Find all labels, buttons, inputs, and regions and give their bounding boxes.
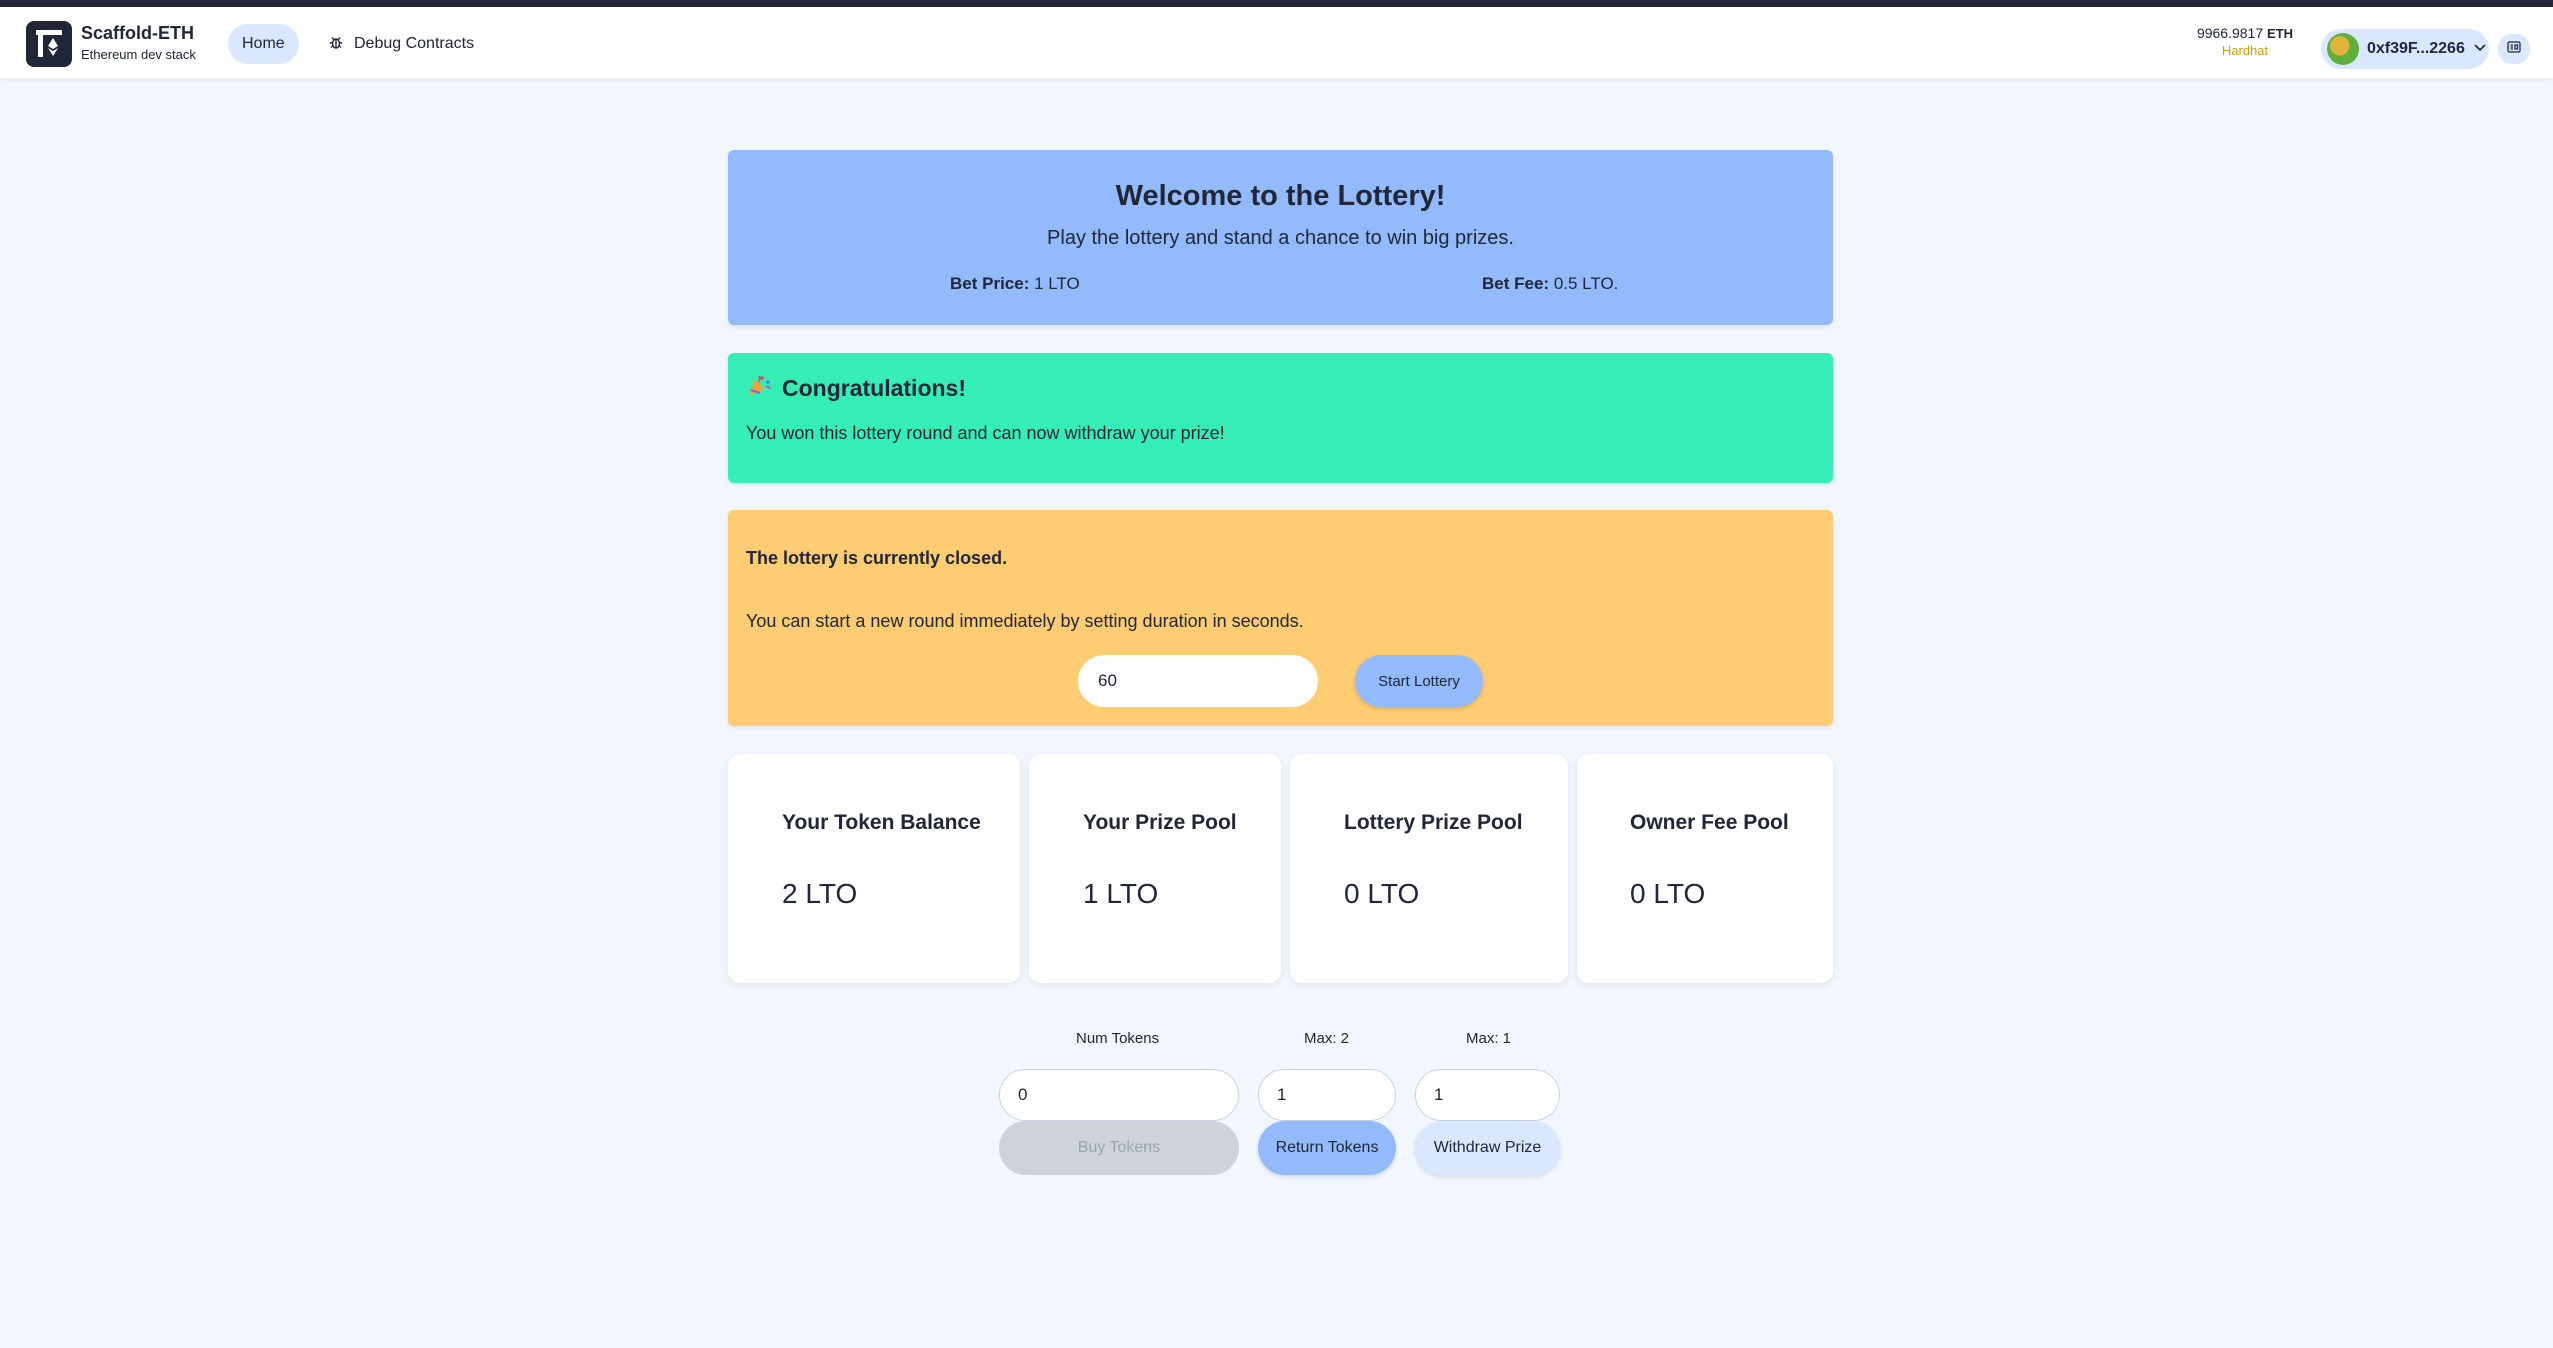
congrats-title: Congratulations! [782,374,966,401]
lottery-closed-card: The lottery is currently closed. You can… [728,510,1833,726]
stat-card-prize-pool: Your Prize Pool 1 LTO [1029,754,1281,983]
nav-debug-label: Debug Contracts [354,35,475,52]
chevron-down-icon [2473,40,2487,59]
stat-value: 1 LTO [1083,878,1159,909]
scaffold-logo-icon[interactable] [26,21,72,67]
start-lottery-button[interactable]: Start Lottery [1355,655,1483,707]
eth-balance: 9966.9817 ETH Hardhat [2190,25,2300,58]
bug-icon [328,34,344,55]
buy-tokens-button[interactable]: Buy Tokens [999,1121,1239,1175]
welcome-subtitle: Play the lottery and stand a chance to w… [1047,227,1514,249]
nav-debug-contracts[interactable]: Debug Contracts [318,24,484,64]
stat-label: Your Token Balance [782,811,981,834]
stat-label: Lottery Prize Pool [1344,811,1523,834]
stat-card-lottery-prize-pool: Lottery Prize Pool 0 LTO [1290,754,1568,983]
welcome-card: Welcome to the Lottery! Play the lottery… [728,150,1833,325]
withdraw-prize-input[interactable] [1415,1069,1560,1121]
qr-code-icon [2507,40,2521,59]
closed-title: The lottery is currently closed. [746,548,1008,568]
bet-fee-label: Bet Fee: [1482,274,1550,293]
bet-fee: Bet Fee: 0.5 LTO. [1482,274,1618,294]
app-subtitle: Ethereum dev stack [81,47,196,62]
bet-fee-value: 0.5 LTO. [1553,274,1619,293]
stat-value: 0 LTO [1630,878,1706,909]
duration-input[interactable] [1078,655,1318,707]
closed-text: You can start a new round immediately by… [746,611,1304,631]
stat-label: Your Prize Pool [1083,811,1237,834]
qr-code-button[interactable] [2498,34,2530,64]
nav-home[interactable]: Home [228,24,299,64]
stat-card-token-balance: Your Token Balance 2 LTO [728,754,1020,983]
welcome-title: Welcome to the Lottery! [1115,180,1446,212]
account-dropdown[interactable]: 0xf39F...2266 [2321,29,2489,69]
header: Scaffold-ETH Ethereum dev stack Home Deb… [0,7,2553,78]
stat-value: 0 LTO [1344,878,1420,909]
stat-label: Owner Fee Pool [1630,811,1789,834]
bet-price: Bet Price: 1 LTO [950,274,1080,294]
bet-price-label: Bet Price: [950,274,1030,293]
balance-unit: ETH [2267,26,2294,41]
congrats-text: You won this lottery round and can now w… [746,423,1225,443]
congratulations-card: Congratulations! You won this lottery ro… [728,353,1833,483]
bet-price-value: 1 LTO [1034,274,1080,293]
party-popper-icon [746,373,772,403]
return-tokens-input[interactable] [1258,1069,1396,1121]
return-max-label: Max: 2 [1304,1030,1350,1047]
congrats-heading: Congratulations! [746,373,966,403]
num-tokens-input[interactable] [999,1069,1239,1121]
avatar [2327,33,2359,65]
withdraw-max-label: Max: 1 [1466,1030,1512,1047]
return-tokens-button[interactable]: Return Tokens [1258,1121,1396,1175]
nav-home-label: Home [242,35,285,52]
network-name: Hardhat [2221,43,2269,58]
top-border [0,0,2553,7]
balance-amount: 9966.9817 [2196,25,2264,41]
app-name[interactable]: Scaffold-ETH [81,23,194,44]
withdraw-prize-button[interactable]: Withdraw Prize [1415,1121,1560,1175]
stat-value: 2 LTO [782,878,858,909]
buy-tokens-label: Num Tokens [1076,1030,1160,1047]
stat-card-owner-fee-pool: Owner Fee Pool 0 LTO [1577,754,1833,983]
account-address: 0xf39F...2266 [2367,40,2465,57]
